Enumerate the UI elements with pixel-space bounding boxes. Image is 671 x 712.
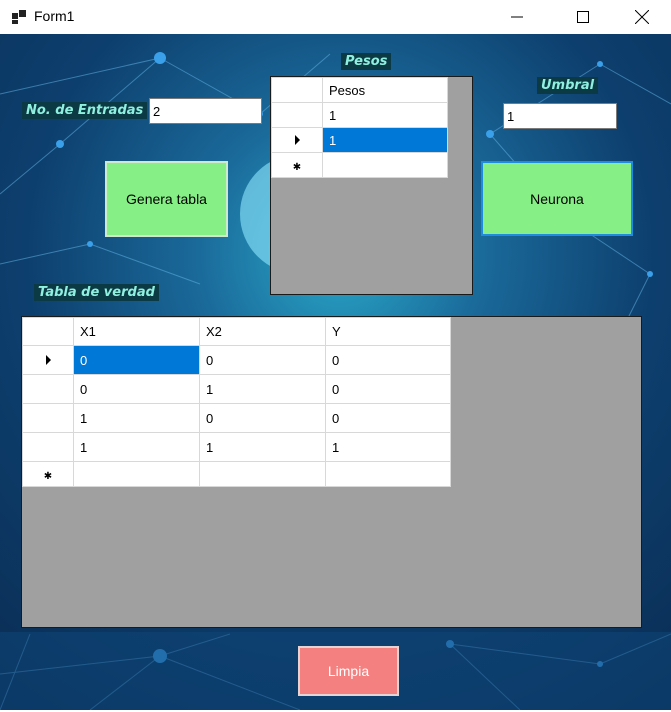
maximize-button[interactable]	[560, 0, 606, 34]
new-row-star-icon: ✱	[292, 161, 302, 173]
close-button[interactable]	[619, 0, 665, 34]
form-client-area: No. de Entradas Pesos Umbral Genera tabl…	[0, 34, 671, 710]
pesos-header-corner	[271, 77, 323, 103]
pesos-new-cell[interactable]	[322, 152, 448, 178]
genera-tabla-button[interactable]: Genera tabla	[105, 161, 228, 237]
row-header[interactable]	[22, 403, 74, 433]
new-row-cell[interactable]	[73, 461, 200, 487]
minimize-button[interactable]	[494, 0, 540, 34]
row-header[interactable]	[22, 374, 74, 404]
column-header-x1[interactable]: X1	[73, 317, 200, 346]
table-cell[interactable]: 0	[325, 403, 451, 433]
maximize-icon	[577, 11, 589, 23]
new-row-star-icon: ✱	[43, 470, 53, 482]
new-row-cell[interactable]	[199, 461, 326, 487]
pesos-cell[interactable]: 1	[322, 127, 448, 153]
new-row-cell[interactable]	[325, 461, 451, 487]
column-header-y[interactable]: Y	[325, 317, 451, 346]
table-cell[interactable]: 1	[199, 374, 326, 404]
entradas-input[interactable]	[149, 98, 262, 124]
truth-table-grid[interactable]: X1 X2 Y 0 0 0 0 1 0 1 0 0 1 1 1 ✱	[21, 316, 642, 628]
row-header[interactable]	[271, 127, 323, 153]
row-header[interactable]	[22, 345, 74, 375]
table-cell[interactable]: 1	[199, 432, 326, 462]
umbral-input[interactable]	[503, 103, 617, 129]
pesos-grid[interactable]: Pesos 1 1 ✱	[270, 76, 473, 295]
app-icon	[12, 10, 26, 24]
row-selector-arrow-icon	[45, 354, 51, 365]
truth-header-corner	[22, 317, 74, 346]
neurona-button[interactable]: Neurona	[481, 161, 633, 236]
pesos-cell[interactable]: 1	[322, 102, 448, 128]
row-header[interactable]: ✱	[22, 461, 74, 487]
row-selector-arrow-icon	[294, 134, 300, 145]
table-cell[interactable]: 0	[325, 374, 451, 404]
table-cell[interactable]: 0	[73, 345, 200, 375]
row-header[interactable]	[271, 102, 323, 128]
window-title: Form1	[34, 8, 75, 24]
pesos-label: Pesos	[341, 53, 392, 70]
close-icon	[635, 10, 649, 24]
column-header-x2[interactable]: X2	[199, 317, 326, 346]
title-bar: Form1	[0, 0, 671, 34]
umbral-label: Umbral	[537, 77, 599, 94]
table-cell[interactable]: 0	[325, 345, 451, 375]
tabla-label: Tabla de verdad	[34, 284, 159, 301]
pesos-column-header[interactable]: Pesos	[322, 77, 448, 103]
truth-table: X1 X2 Y 0 0 0 0 1 0 1 0 0 1 1 1 ✱	[22, 317, 451, 487]
minimize-icon	[511, 16, 523, 18]
table-cell[interactable]: 1	[73, 432, 200, 462]
entradas-label: No. de Entradas	[22, 102, 148, 119]
table-cell[interactable]: 1	[73, 403, 200, 433]
table-cell[interactable]: 1	[325, 432, 451, 462]
table-cell[interactable]: 0	[73, 374, 200, 404]
pesos-table: Pesos 1 1 ✱	[271, 77, 448, 178]
row-header[interactable]: ✱	[271, 152, 323, 178]
row-header[interactable]	[22, 432, 74, 462]
table-cell[interactable]: 0	[199, 345, 326, 375]
limpia-button[interactable]: Limpia	[298, 646, 399, 696]
table-cell[interactable]: 0	[199, 403, 326, 433]
